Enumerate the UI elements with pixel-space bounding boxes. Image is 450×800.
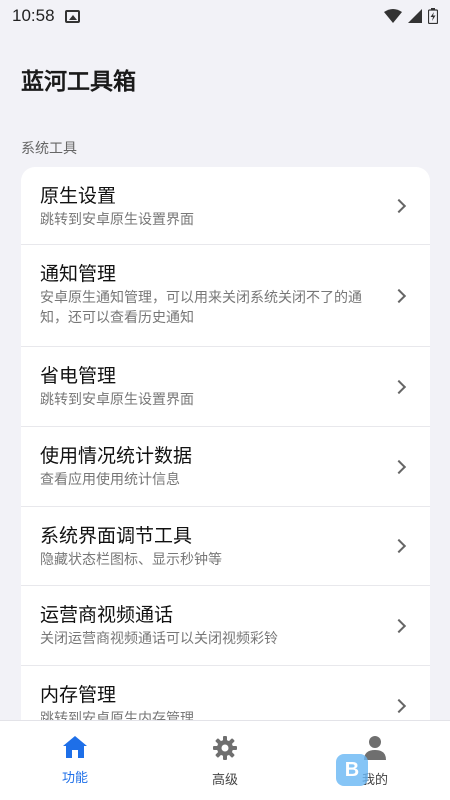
item-title: 使用情况统计数据 (40, 445, 193, 467)
home-icon (63, 736, 87, 758)
status-time: 10:58 (12, 6, 55, 25)
list-item-memory-management[interactable]: 内存管理 跳转到安卓原生内存管理 (21, 666, 430, 727)
item-title: 省电管理 (40, 365, 117, 387)
cellular-signal-icon (408, 9, 422, 23)
status-bar: 10:58 (0, 0, 450, 32)
battery-charging-icon (428, 8, 438, 24)
chevron-right-icon (391, 618, 407, 633)
chevron-right-icon (391, 538, 407, 554)
item-description: 隐藏状态栏图标、显示秒钟等 (40, 552, 222, 568)
item-title: 运营商视频通话 (40, 604, 174, 626)
item-title: 系统界面调节工具 (40, 525, 193, 547)
tools-list: 原生设置 跳转到安卓原生设置界面 通知管理 安卓原生通知管理，可以用来关闭系统关… (21, 167, 430, 727)
item-title: 原生设置 (40, 185, 117, 207)
item-description: 跳转到安卓原生设置界面 (40, 212, 194, 228)
chevron-right-icon (391, 288, 407, 303)
item-description: 跳转到安卓原生设置界面 (40, 392, 194, 408)
wifi-icon (384, 9, 402, 23)
list-item-power-saving[interactable]: 省电管理 跳转到安卓原生设置界面 (21, 347, 430, 427)
tab-label: 功能 (61, 771, 88, 786)
status-icons (384, 8, 438, 24)
page-title: 蓝河工具箱 (21, 69, 136, 95)
tab-profile[interactable]: 我的 (300, 721, 450, 800)
list-item-usage-stats[interactable]: 使用情况统计数据 查看应用使用统计信息 (21, 427, 430, 507)
item-description: 关闭运营商视频通话可以关闭视频彩铃 (40, 631, 278, 647)
tab-label: 高级 (211, 773, 238, 788)
item-description: 安卓原生通知管理，可以用来关闭系统关闭不了的通知，还可以查看历史通知 (40, 290, 362, 326)
list-item-carrier-video-call[interactable]: 运营商视频通话 关闭运营商视频通话可以关闭视频彩铃 (21, 586, 430, 666)
bottom-tab-bar: 功能 高级 我的 B (0, 720, 450, 800)
list-item-native-settings[interactable]: 原生设置 跳转到安卓原生设置界面 (21, 167, 430, 245)
section-label-system-tools: 系统工具 (21, 141, 77, 157)
item-description: 查看应用使用统计信息 (40, 472, 180, 488)
item-title: 通知管理 (40, 263, 117, 285)
chevron-right-icon (391, 379, 407, 394)
chevron-right-icon (391, 459, 407, 474)
list-item-system-ui-tuner[interactable]: 系统界面调节工具 隐藏状态栏图标、显示秒钟等 (21, 507, 430, 586)
gear-icon (213, 736, 237, 760)
list-item-notification-management[interactable]: 通知管理 安卓原生通知管理，可以用来关闭系统关闭不了的通知，还可以查看历史通知 (21, 245, 430, 347)
item-title: 内存管理 (40, 684, 117, 706)
tab-advanced[interactable]: 高级 (150, 721, 300, 800)
tab-features[interactable]: 功能 (0, 721, 150, 800)
watermark-logo: B (336, 754, 368, 786)
chevron-right-icon (391, 198, 407, 213)
chevron-right-icon (391, 698, 407, 714)
image-notification-icon (64, 9, 80, 23)
